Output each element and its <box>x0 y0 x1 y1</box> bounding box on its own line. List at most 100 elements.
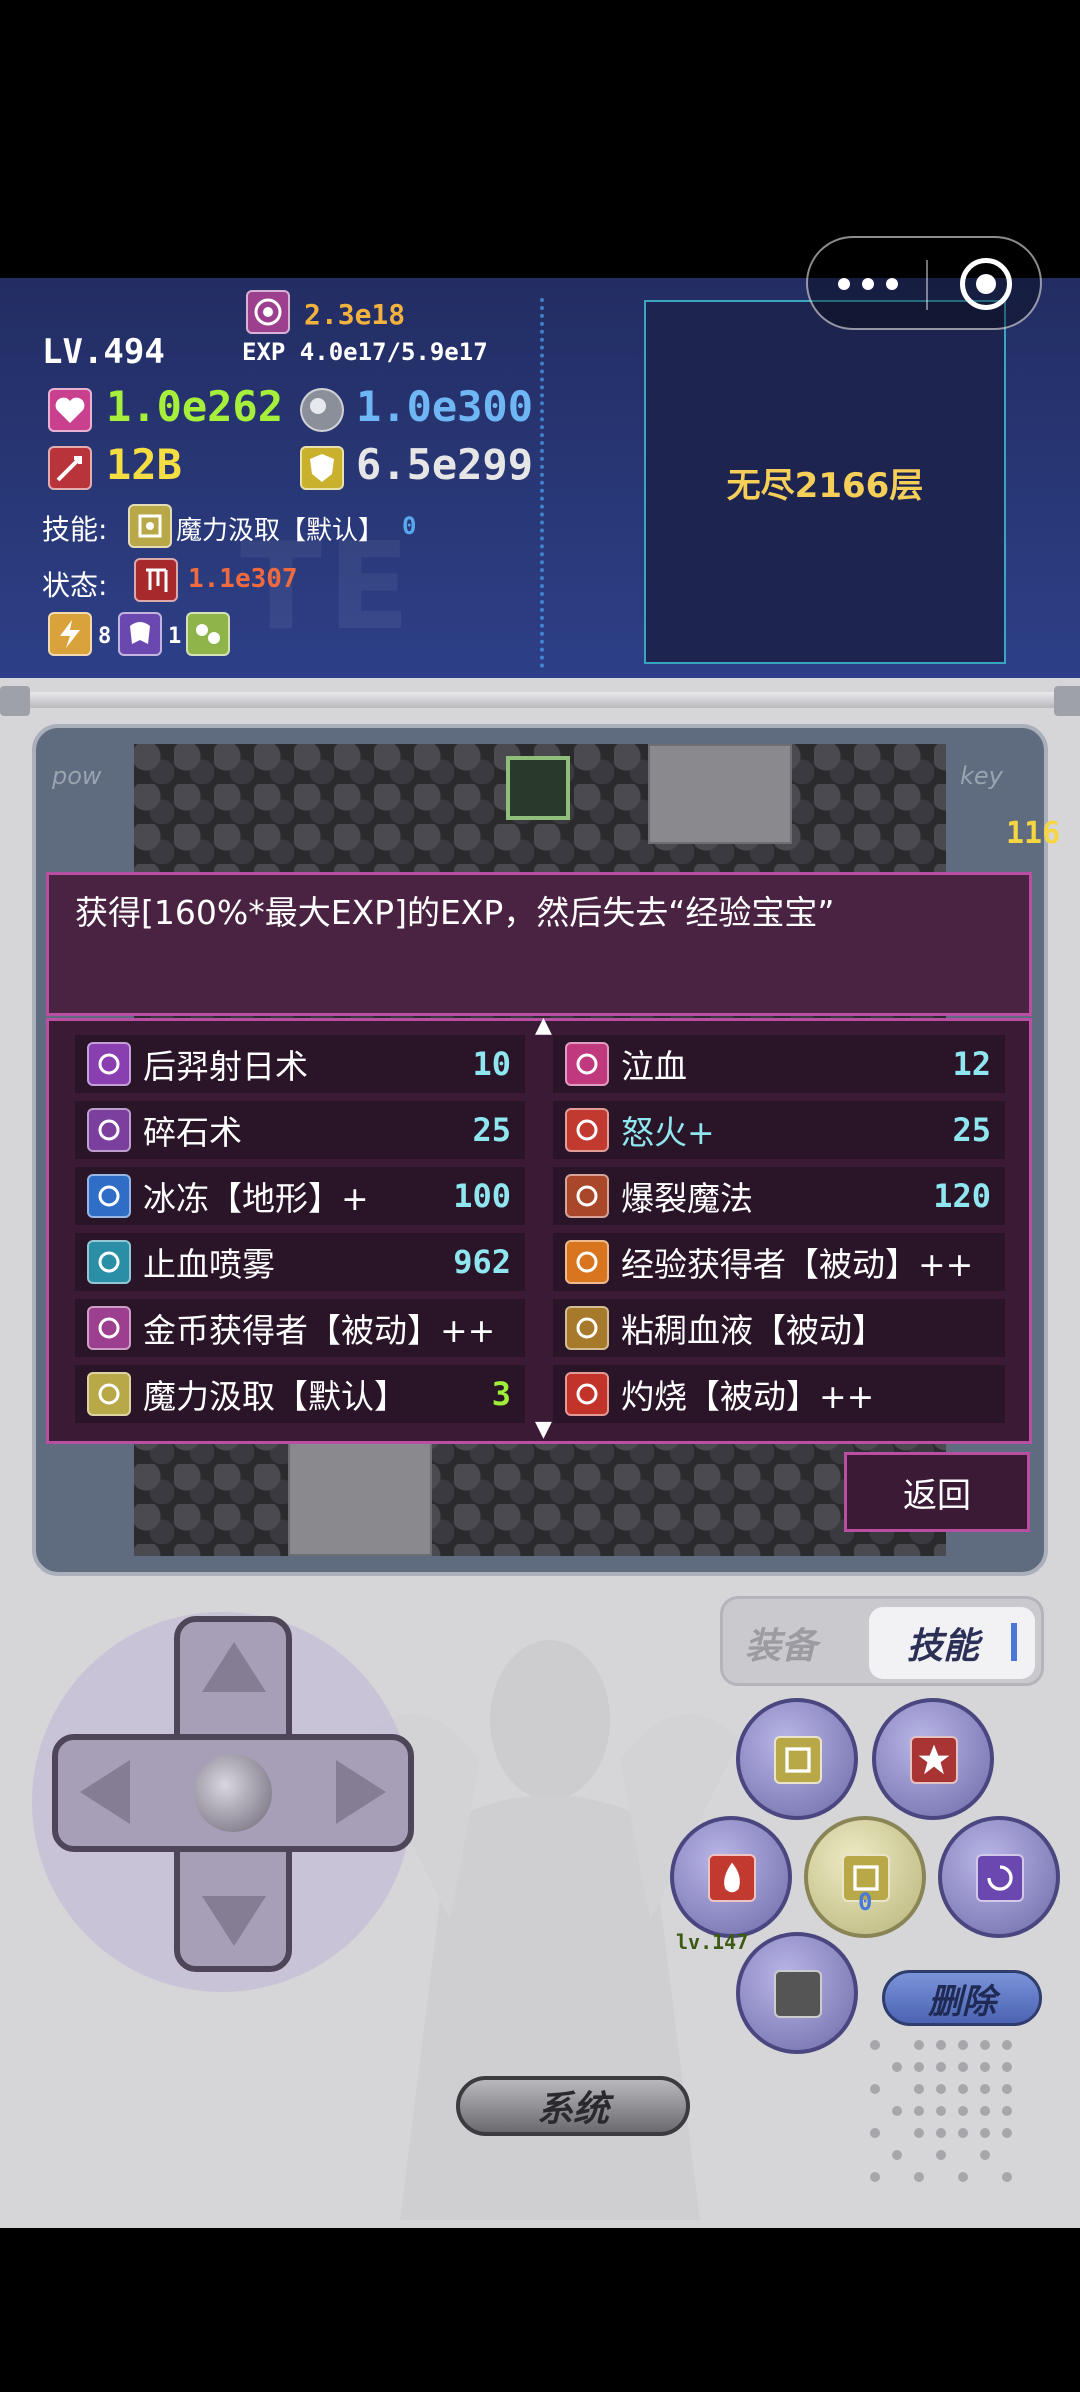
skill-name: 怒火+ <box>621 1113 715 1152</box>
heart-icon <box>48 388 92 432</box>
burn-icon <box>565 1372 609 1416</box>
console-rail <box>0 692 1080 708</box>
lightning-icon <box>48 612 92 656</box>
dpad-left-icon[interactable] <box>80 1760 130 1824</box>
speaker-dot <box>980 2150 990 2160</box>
skill-name: 魔力汲取【默认】 <box>143 1377 407 1416</box>
tab-skill-label: 技能 <box>907 1626 980 1667</box>
shield-icon <box>300 446 344 490</box>
skill-row[interactable]: 冰冻【地形】+ 100 <box>75 1167 525 1225</box>
speaker-dot <box>980 2128 990 2138</box>
spray-icon <box>87 1240 131 1284</box>
defense-orb-icon <box>300 388 344 432</box>
skill-name: 泣血 <box>621 1047 687 1086</box>
rail-cap-right <box>1054 686 1080 716</box>
skill-value: 12 <box>952 1045 991 1083</box>
speaker-dot <box>1002 2106 1012 2116</box>
exp-value: EXP 4.0e17/5.9e17 <box>242 338 488 366</box>
skill-row[interactable]: 经验获得者【被动】++ <box>553 1233 1005 1291</box>
skill-value: 25 <box>952 1111 991 1149</box>
explosion-icon <box>565 1174 609 1218</box>
arrow-skill-icon <box>87 1042 131 1086</box>
quick-skill-mana-button[interactable] <box>736 1698 858 1820</box>
rail-cap-left <box>0 686 30 716</box>
quick-skill-vortex-button[interactable] <box>938 1816 1060 1938</box>
skill-description-panel: 获得[160%*最大EXP]的EXP，然后失去“经验宝宝” <box>46 872 1032 1016</box>
badge-count-a: 8 <box>98 624 112 649</box>
status-value: 1.1e307 <box>188 564 298 594</box>
skill-list[interactable]: ▲ 后羿射日术 10 泣血 12 碎石术 25 怒火+ 25 冰冻【地形】+ 100 爆裂魔法 120… <box>46 1013 1032 1444</box>
close-record-icon[interactable] <box>960 258 1012 310</box>
floor-indicator: 无尽2166层 <box>644 300 1006 664</box>
star-icon <box>910 1736 958 1784</box>
speaker-dot <box>980 2062 990 2072</box>
skill-row[interactable]: 止血喷雾 962 <box>75 1233 525 1291</box>
back-button[interactable]: 返回 <box>844 1452 1030 1532</box>
sword-icon <box>48 446 92 490</box>
speaker-dot <box>980 2106 990 2116</box>
speaker-dot <box>892 2106 902 2116</box>
delete-button-label: 删除 <box>928 1981 996 2022</box>
defense-value: 1.0e300 <box>356 382 534 431</box>
tab-skill[interactable]: 技能 <box>869 1607 1035 1679</box>
system-button[interactable]: 系统 <box>456 2076 690 2136</box>
dpad[interactable] <box>32 1612 416 1992</box>
speaker-dot <box>958 2172 968 2182</box>
coin-spiral-icon <box>87 1306 131 1350</box>
speaker-dot <box>936 2084 946 2094</box>
speaker-dot <box>1002 2084 1012 2094</box>
pow-label: pow <box>52 762 102 790</box>
skill-row[interactable]: 魔力汲取【默认】 3 <box>75 1365 525 1423</box>
speaker-grille <box>870 2040 1030 2200</box>
flame-icon <box>565 1108 609 1152</box>
dpad-right-icon[interactable] <box>336 1760 386 1824</box>
dpad-down-icon[interactable] <box>202 1896 266 1946</box>
hud-divider <box>540 298 544 668</box>
speaker-dot <box>892 2062 902 2072</box>
floor-tile <box>288 1434 432 1556</box>
quick-skill-empty-button[interactable] <box>736 1932 858 2054</box>
skill-value: 10 <box>472 1045 511 1083</box>
speaker-dot <box>958 2040 968 2050</box>
hp-value: 1.0e262 <box>106 382 284 431</box>
speaker-dot <box>870 2172 880 2182</box>
dpad-up-icon[interactable] <box>202 1642 266 1692</box>
floor-tile <box>648 744 792 844</box>
scroll-up-icon[interactable]: ▲ <box>535 1013 552 1038</box>
skill-value: 120 <box>933 1177 991 1215</box>
skill-row[interactable]: 金币获得者【被动】++ <box>75 1299 525 1357</box>
skill-row[interactable]: 粘稠血液【被动】 <box>553 1299 1005 1357</box>
scroll-down-icon[interactable]: ▼ <box>535 1417 552 1442</box>
skill-value: 3 <box>491 1375 511 1413</box>
speaker-dot <box>936 2150 946 2160</box>
capsule-divider <box>926 260 928 310</box>
speaker-dot <box>914 2172 924 2182</box>
quick-skill-flame-button[interactable] <box>670 1816 792 1938</box>
panel-tabs: 装备 技能 <box>720 1596 1044 1686</box>
speaker-dot <box>914 2128 924 2138</box>
more-icon[interactable] <box>838 272 904 296</box>
skill-row[interactable]: 怒火+ 25 <box>553 1101 1005 1159</box>
mdef-value: 6.5e299 <box>356 440 534 489</box>
skill-row[interactable]: 灼烧【被动】++ <box>553 1365 1005 1423</box>
key-count: 116 <box>1006 816 1061 851</box>
skill-row[interactable]: 爆裂魔法 120 <box>553 1167 1005 1225</box>
player-level: LV.494 <box>42 332 165 372</box>
ghost-mask-icon <box>118 612 162 656</box>
tab-equip[interactable]: 装备 <box>745 1617 817 1669</box>
speaker-dot <box>980 2084 990 2094</box>
skill-row[interactable]: 碎石术 25 <box>75 1101 525 1159</box>
quick-skill-star-button[interactable] <box>872 1698 994 1820</box>
delete-button[interactable]: 删除 <box>882 1970 1042 2026</box>
quick-skill-active-button[interactable] <box>804 1816 926 1938</box>
skill-name: 后羿射日术 <box>143 1047 308 1086</box>
bottom-bar <box>0 2228 1080 2392</box>
speaker-dot <box>958 2106 968 2116</box>
system-button-label: 系统 <box>536 2089 609 2130</box>
speaker-dot <box>1002 2172 1012 2182</box>
speaker-dot <box>936 2128 946 2138</box>
skill-row[interactable]: 泣血 12 <box>553 1035 1005 1093</box>
current-skill-count: 0 <box>402 512 417 540</box>
quick-skill-count: 0 <box>858 1888 873 1916</box>
skill-row[interactable]: 后羿射日术 10 <box>75 1035 525 1093</box>
